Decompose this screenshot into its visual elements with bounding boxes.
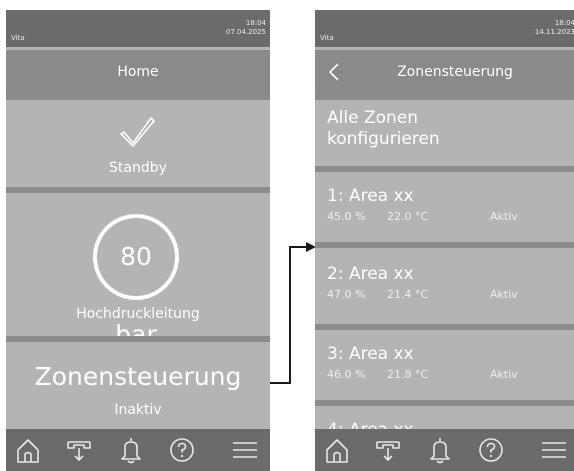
nav-help[interactable] [167,436,197,464]
bell-icon [121,438,141,464]
zone-row[interactable]: 1: Area xx 45.0 % 22.0 °C Aktiv [315,172,574,242]
zone-temperature: 21.8 °C [387,368,429,381]
pressure-tile[interactable]: 80 bar Hochdruckleitung [6,193,270,349]
title-bar: Zonensteuerung [315,50,574,94]
bottom-nav [315,429,574,471]
pressure-gauge: 80 bar [93,214,179,349]
zone-humidity: 47.0 % [327,288,366,301]
brand-label: Vita [320,34,334,42]
configure-line-1: Alle Zonen [327,108,418,128]
zone-name: 2: Area xx [327,264,414,284]
nav-home[interactable] [322,436,352,464]
home-icon [17,439,39,463]
zone-row[interactable]: 3: Area xx 46.0 % 21.8 °C Aktiv [315,330,574,400]
home-screen: Vita 18:04 07.04.2025 Home Standby 80 ba… [6,10,270,471]
zone-row[interactable]: 2: Area xx 47.0 % 21.4 °C Aktiv [315,248,574,324]
nav-help[interactable] [476,436,506,464]
zone-status: Aktiv [490,368,518,381]
gauge-label: Hochdruckleitung [76,306,200,322]
clock: 18:04 14.11.2023 [535,19,574,37]
zone-humidity: 45.0 % [327,210,366,223]
nav-alarms[interactable] [116,436,146,464]
menu-icon [542,442,566,458]
zone-name: 3: Area xx [327,344,414,364]
bell-icon [430,438,450,464]
brand-label: Vita [11,34,25,42]
zone-control-screen: Vita 18:04 14.11.2023 Zonensteuerung All… [315,10,574,471]
page-title: Home [117,64,159,80]
zone-humidity: 46.0 % [327,368,366,381]
nav-menu[interactable] [230,436,260,464]
help-icon [170,438,194,462]
status-bar: Vita 18:04 07.04.2025 [6,10,270,47]
checkmark-icon [120,117,155,147]
bottom-nav [6,429,270,471]
time-text: 18:04 [245,19,266,27]
zone-name: 1: Area xx [327,186,414,206]
nav-outlet[interactable] [64,436,94,464]
water-outlet-icon [67,441,91,461]
zone-status: Aktiv [490,288,518,301]
zone-temperature: 22.0 °C [387,210,429,223]
standby-tile[interactable]: Standby [6,100,270,187]
zone-temperature: 21.4 °C [387,288,429,301]
time-text: 18:04 [554,19,574,27]
standby-label: Standby [109,160,167,176]
clock: 18:04 07.04.2025 [226,19,266,37]
configure-all-zones[interactable]: Alle Zonen konfigurieren [315,100,574,166]
page-title: Zonensteuerung [397,64,513,80]
nav-home[interactable] [13,436,43,464]
title-bar: Home [6,50,270,94]
menu-icon [233,442,257,458]
zone-status: Aktiv [490,210,518,223]
nav-alarms[interactable] [425,436,455,464]
nav-outlet[interactable] [373,436,403,464]
date-text: 07.04.2025 [225,28,266,36]
help-icon [479,438,503,462]
zones-label: Zonensteuerung [34,362,242,391]
zones-status: Inaktiv [114,402,162,418]
configure-line-2: konfigurieren [327,129,440,149]
status-bar: Vita 18:04 14.11.2023 [315,10,574,47]
home-icon [326,439,348,463]
nav-menu[interactable] [539,436,569,464]
date-text: 14.11.2023 [534,28,574,36]
back-chevron-icon[interactable] [325,62,345,82]
zones-tile[interactable]: Zonensteuerung Inaktiv [6,342,270,429]
water-outlet-icon [376,441,400,461]
